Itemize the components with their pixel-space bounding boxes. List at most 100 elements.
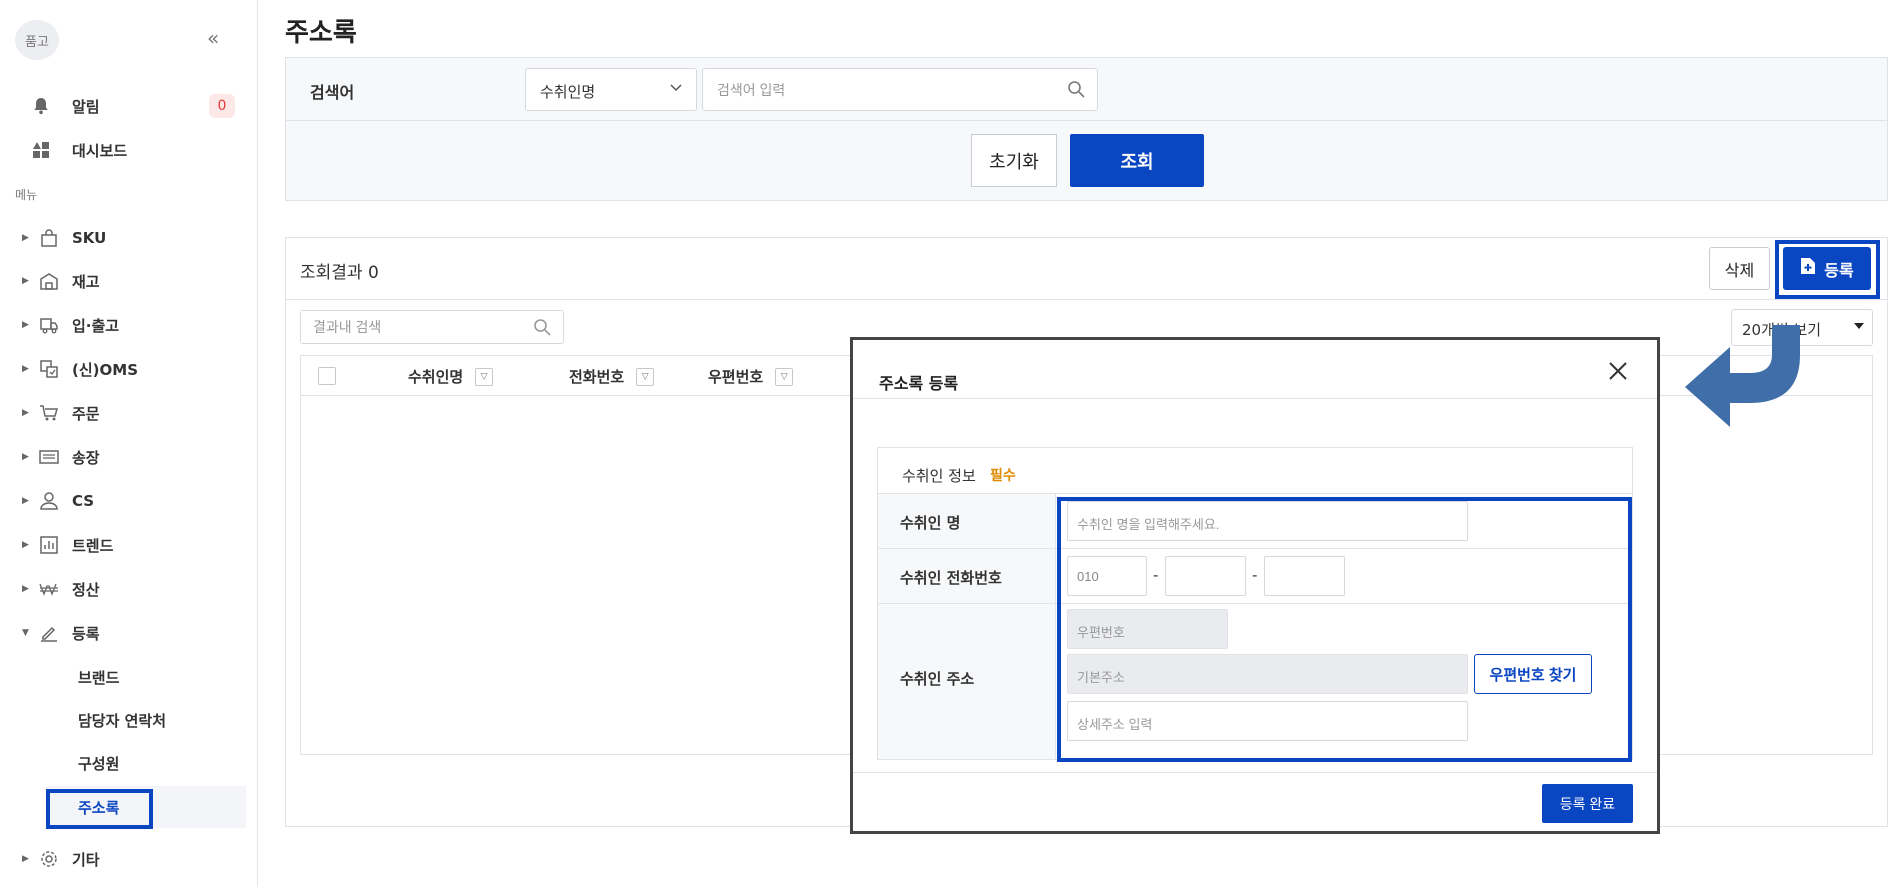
recipient-name-label: 수취인 명 [900, 514, 961, 532]
address-register-modal: 주소록 등록 수취인 정보 필수 수취인 명 수취인 명을 입력해주세요. 수취… [850, 337, 1660, 834]
select-all-checkbox[interactable] [318, 367, 336, 385]
recipient-name-input[interactable]: 수취인 명을 입력해주세요. [1067, 501, 1468, 541]
column-header-zip[interactable]: 우편번호 ▽ [708, 366, 794, 387]
warehouse-icon [38, 270, 60, 292]
avatar[interactable]: 품고 [15, 20, 59, 60]
active-submenu-highlight [46, 789, 153, 829]
search-input-wrapper [702, 68, 1098, 111]
row-label: 수취인 주소 [878, 604, 1056, 759]
sidebar-item-label: 정산 [72, 580, 100, 599]
sidebar-item-sku[interactable]: ▶ SKU [22, 225, 106, 251]
column-header-recipient[interactable]: 수취인명 ▽ [408, 366, 494, 387]
sidebar-item-label: 등록 [72, 624, 100, 643]
caret-right-icon: ▶ [22, 276, 29, 286]
submenu-item-contact[interactable]: 담당자 연락처 [78, 710, 166, 731]
query-button[interactable]: 조회 [1070, 134, 1204, 187]
recipient-name-row: 수취인 명 수취인 명을 입력해주세요. [878, 494, 1632, 549]
chevron-down-icon [670, 81, 682, 95]
sidebar-item-oms[interactable]: ▶ (신)OMS [22, 356, 138, 382]
gear-icon [38, 848, 60, 870]
row-label: 수취인 명 [878, 494, 1056, 548]
sidebar-item-register[interactable]: ▼ 등록 [22, 620, 100, 646]
truck-icon [38, 314, 60, 336]
caret-right-icon: ▶ [22, 233, 29, 243]
sidebar-item-alarm[interactable]: 알림 [30, 94, 100, 118]
result-search-wrapper [300, 310, 564, 344]
sidebar-item-label: SKU [72, 229, 107, 247]
sidebar-item-label: 알림 [72, 97, 100, 116]
sidebar-item-label: 트렌드 [72, 536, 114, 555]
menu-caption: 메뉴 [15, 188, 38, 202]
sidebar-item-inout[interactable]: ▶ 입·출고 [22, 312, 119, 338]
search-field-select-value: 수취인명 [540, 83, 596, 101]
column-header-label: 우편번호 [708, 368, 764, 386]
base-address-input: 기본주소 [1067, 654, 1468, 694]
result-search-input[interactable] [301, 311, 521, 343]
recipient-phone-label: 수취인 전화번호 [900, 569, 1002, 587]
search-label: 검색어 [310, 83, 355, 102]
phone-separator: - [1153, 566, 1159, 584]
sidebar-item-dashboard[interactable]: 대시보드 [30, 138, 127, 162]
column-header-label: 수취인명 [408, 368, 464, 386]
find-zip-button[interactable]: 우편번호 찾기 [1474, 654, 1592, 694]
won-icon [38, 578, 60, 600]
caret-right-icon: ▶ [22, 540, 29, 550]
caret-right-icon: ▶ [22, 452, 29, 462]
search-icon[interactable] [1067, 80, 1085, 102]
detail-address-input[interactable]: 상세주소 입력 [1067, 701, 1468, 741]
recipient-info-section: 수취인 정보 필수 수취인 명 수취인 명을 입력해주세요. 수취인 전화번호 … [877, 447, 1633, 760]
sidebar: 품고 « 알림 0 대시보드 메뉴 ▶ SKU ▶ 재고 ▶ 입·출고 ▶ (신… [0, 0, 258, 887]
sidebar-item-settlement[interactable]: ▶ 정산 [22, 576, 100, 602]
section-header: 수취인 정보 필수 [878, 448, 1632, 494]
bell-icon [30, 95, 52, 117]
invoice-icon [38, 446, 60, 468]
add-document-icon [1800, 257, 1816, 280]
chevron-down-icon[interactable]: ▽ [475, 367, 494, 386]
caret-down-icon: ▼ [22, 628, 29, 638]
oms-icon [38, 358, 60, 380]
sidebar-item-cs[interactable]: ▶ CS [22, 488, 94, 514]
phone-last-input[interactable] [1264, 556, 1345, 596]
phone-prefix-input[interactable]: 010 [1067, 556, 1147, 596]
page-title: 주소록 [285, 18, 357, 48]
submenu-item-brand[interactable]: 브랜드 [78, 667, 119, 688]
sidebar-item-inventory[interactable]: ▶ 재고 [22, 268, 100, 294]
submit-button[interactable]: 등록 완료 [1542, 784, 1633, 823]
caret-down-icon [1854, 323, 1864, 329]
delete-button[interactable]: 삭제 [1709, 247, 1770, 290]
row-label: 수취인 전화번호 [878, 549, 1056, 603]
recipient-address-label: 수취인 주소 [900, 670, 975, 688]
phone-separator: - [1252, 566, 1258, 584]
close-icon[interactable] [1603, 356, 1633, 386]
caret-right-icon: ▶ [22, 854, 29, 864]
submenu-item-members[interactable]: 구성원 [78, 753, 119, 774]
search-icon[interactable] [533, 318, 551, 340]
zip-code-input: 우편번호 [1067, 609, 1228, 649]
sidebar-item-trend[interactable]: ▶ 트렌드 [22, 532, 113, 558]
sidebar-item-etc[interactable]: ▶ 기타 [22, 846, 100, 872]
register-button[interactable]: 등록 [1783, 247, 1871, 290]
bag-icon [38, 227, 60, 249]
caret-right-icon: ▶ [22, 408, 29, 418]
register-button-label: 등록 [1824, 262, 1854, 280]
search-panel: 검색어 수취인명 초기화 조회 [285, 57, 1888, 201]
double-chevron-left-icon[interactable]: « [207, 28, 219, 48]
sidebar-item-orders[interactable]: ▶ 주문 [22, 400, 100, 426]
search-input[interactable] [703, 69, 1043, 110]
sidebar-item-invoice[interactable]: ▶ 송장 [22, 444, 100, 470]
sidebar-item-label: (신)OMS [72, 360, 138, 379]
chevron-down-icon[interactable]: ▽ [775, 367, 794, 386]
user-icon [38, 490, 60, 512]
pencil-icon [38, 622, 60, 644]
sidebar-item-label: 주문 [72, 404, 100, 423]
search-row: 검색어 수취인명 [286, 58, 1887, 121]
required-badge: 필수 [990, 468, 1016, 484]
sidebar-item-label: 입·출고 [72, 316, 120, 335]
column-header-phone[interactable]: 전화번호 ▽ [569, 366, 655, 387]
search-field-select[interactable]: 수취인명 [525, 68, 697, 111]
chevron-down-icon[interactable]: ▽ [636, 367, 655, 386]
divider [853, 398, 1657, 399]
reset-button[interactable]: 초기화 [971, 134, 1057, 187]
phone-middle-input[interactable] [1165, 556, 1246, 596]
sidebar-item-label: 재고 [72, 272, 100, 291]
